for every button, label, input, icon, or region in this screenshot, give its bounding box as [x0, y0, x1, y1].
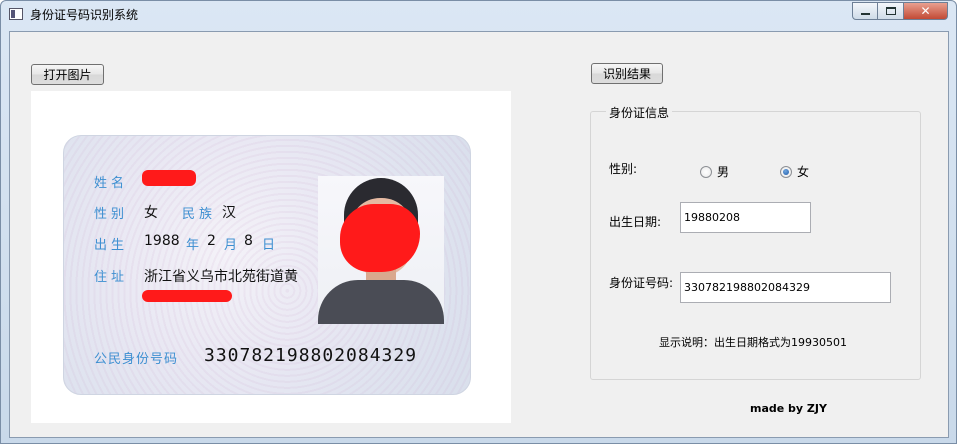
gender-radio-female[interactable]: 女	[780, 163, 809, 180]
maximize-icon	[878, 3, 903, 19]
name-redaction	[142, 170, 196, 186]
close-button[interactable]: ✕	[904, 2, 948, 20]
card-birth-day-unit: 日	[262, 238, 276, 253]
open-image-button[interactable]: 打开图片	[31, 64, 104, 85]
card-birth-month-unit: 月	[224, 238, 238, 253]
id-info-group: 身份证信息 性别: 男 女 出生日期: 19880208 身份证号码: 3307…	[590, 104, 921, 380]
group-title: 身份证信息	[606, 104, 673, 121]
app-window-icon	[9, 8, 23, 20]
gender-radio-male[interactable]: 男	[700, 163, 729, 180]
birth-date-label: 出生日期:	[609, 215, 662, 229]
minimize-icon	[853, 3, 877, 19]
card-address-value: 浙江省义乌市北苑街道黄	[144, 269, 298, 285]
card-ethnicity-label: 民族	[182, 207, 217, 222]
card-gender-value: 女	[144, 205, 158, 221]
card-birth-year: 1988	[144, 233, 180, 249]
birth-date-field[interactable]: 19880208	[680, 202, 811, 233]
gender-option-male: 男	[717, 165, 730, 179]
recognize-button[interactable]: 识别结果	[591, 63, 663, 84]
card-birth-day: 8	[244, 233, 253, 249]
card-ethnicity-value: 汉	[222, 205, 236, 221]
gender-option-female: 女	[797, 165, 810, 179]
radio-checked-icon	[780, 165, 792, 178]
id-number-label: 身份证号码:	[609, 276, 674, 290]
card-name-label: 姓名	[94, 176, 129, 191]
card-photo	[318, 176, 444, 324]
gender-label: 性别:	[609, 162, 638, 176]
title-bar[interactable]: 身份证号码识别系统 ✕	[1, 1, 956, 27]
app-window: 身份证号码识别系统 ✕ 打开图片 姓名 性别 女 民族 汉 出生 1988 年 …	[0, 0, 957, 444]
card-id-number: 330782198802084329	[204, 345, 418, 366]
id-number-field[interactable]: 330782198802084329	[680, 272, 891, 303]
close-icon: ✕	[920, 4, 931, 18]
card-gender-label: 性别	[94, 207, 129, 222]
image-preview: 姓名 性别 女 民族 汉 出生 1988 年 2 月 8 日 住址 浙江省义乌市…	[31, 91, 511, 423]
radio-unchecked-icon	[700, 165, 712, 178]
minimize-button[interactable]	[852, 2, 878, 20]
maximize-button[interactable]	[878, 2, 904, 20]
card-id-label: 公民身份号码	[94, 352, 179, 367]
card-birth-year-unit: 年	[186, 238, 200, 253]
card-address-label: 住址	[94, 270, 129, 285]
face-redaction	[340, 204, 420, 272]
format-hint: 显示说明：出生日期格式为19930501	[659, 336, 847, 349]
author-credit: made by ZJY	[750, 402, 827, 415]
address-redaction	[142, 290, 232, 302]
id-card-image: 姓名 性别 女 民族 汉 出生 1988 年 2 月 8 日 住址 浙江省义乌市…	[63, 135, 471, 395]
card-birth-label: 出生	[94, 238, 129, 253]
window-title: 身份证号码识别系统	[30, 8, 139, 22]
card-birth-month: 2	[207, 233, 216, 249]
client-area: 打开图片 姓名 性别 女 民族 汉 出生 1988 年 2 月 8 日 住址 浙…	[9, 31, 949, 438]
window-controls: ✕	[852, 2, 948, 20]
